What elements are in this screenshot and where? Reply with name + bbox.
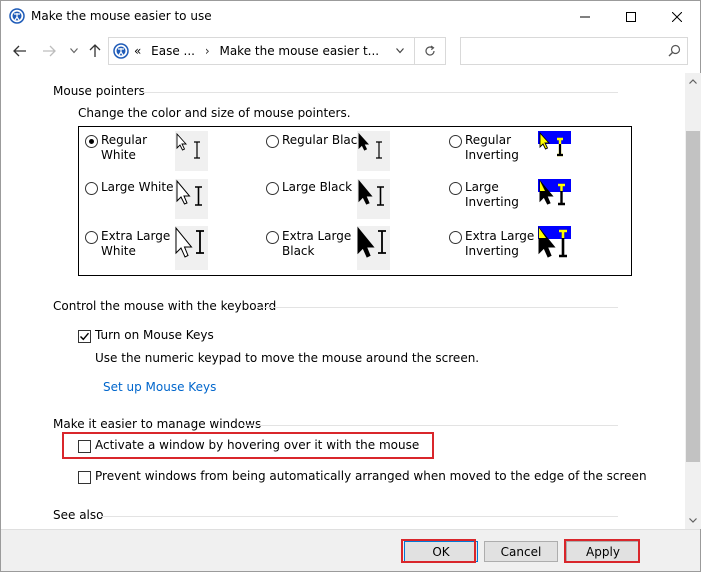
chevron-up-icon (689, 79, 697, 84)
chevron-down-icon (689, 518, 697, 523)
radio-button[interactable] (266, 182, 279, 195)
breadcrumb-item-ease[interactable]: Ease ... (151, 44, 195, 58)
radio-label: Regular Black (282, 133, 365, 147)
section-divider (243, 425, 618, 426)
pointer-preview-large-inverting (538, 179, 571, 219)
prevent-arrange-label[interactable]: Prevent windows from being automatically… (95, 469, 647, 483)
hover-activate-label[interactable]: Activate a window by hovering over it wi… (95, 438, 419, 452)
cancel-button[interactable]: Cancel (484, 541, 558, 562)
radio-button[interactable] (85, 182, 98, 195)
pointer-preview-regular-white (175, 131, 208, 171)
breadcrumb-overflow[interactable]: « (134, 44, 141, 58)
title-bar[interactable]: Make the mouse easier to use (1, 1, 700, 32)
radio-button[interactable] (449, 135, 462, 148)
hover-activate-checkbox[interactable] (78, 440, 91, 453)
close-icon (672, 11, 682, 22)
radio-extra-large-black[interactable]: Extra Large Black (266, 229, 351, 259)
content-pane: Mouse pointers Change the color and size… (1, 73, 685, 529)
pointer-preview-regular-inverting (538, 131, 571, 171)
radio-extra-large-white[interactable]: Extra Large White (85, 229, 170, 259)
radio-label: Large White (101, 180, 174, 194)
refresh-button[interactable] (414, 38, 445, 64)
main-window: Make the mouse easier to use « Ease ... … (0, 0, 701, 572)
pointer-preview-large-white (175, 179, 208, 219)
close-button[interactable] (654, 1, 700, 32)
breadcrumb-separator[interactable]: › (205, 44, 210, 58)
section-divider (101, 516, 618, 517)
pointer-preview-extra-large-black (357, 226, 390, 270)
radio-large-black[interactable]: Large Black (266, 180, 352, 195)
mouse-keys-description: Use the numeric keypad to move the mouse… (95, 351, 480, 365)
search-input[interactable] (460, 37, 688, 65)
radio-regular-inverting[interactable]: Regular Inverting (449, 133, 519, 163)
checkmark-icon (80, 332, 90, 341)
radio-label: Large Inverting (465, 180, 519, 209)
breadcrumb: « Ease ... › Make the mouse easier t... (134, 44, 385, 58)
pointer-scheme-group: Regular White Regular Black Regular Inve… (78, 126, 632, 276)
pointer-preview-regular-black (357, 131, 390, 171)
window-title: Make the mouse easier to use (31, 9, 212, 23)
radio-extra-large-inverting[interactable]: Extra Large Inverting (449, 229, 534, 259)
radio-button[interactable] (449, 182, 462, 195)
refresh-icon (425, 45, 435, 56)
arrow-right-icon (43, 45, 56, 57)
radio-button[interactable] (85, 231, 98, 244)
minimize-icon (580, 16, 590, 17)
radio-regular-white[interactable]: Regular White (85, 133, 147, 163)
ease-of-access-icon (113, 43, 129, 59)
recent-locations-button[interactable] (63, 40, 85, 62)
chevron-down-icon (396, 48, 404, 54)
setup-mouse-keys-link[interactable]: Set up Mouse Keys (103, 380, 216, 394)
radio-label: Regular Inverting (465, 133, 519, 162)
radio-large-inverting[interactable]: Large Inverting (449, 180, 519, 210)
pointers-description: Change the color and size of mouse point… (78, 106, 351, 120)
radio-label: Regular White (101, 133, 148, 162)
radio-button[interactable] (449, 231, 462, 244)
pointer-preview-large-black (357, 179, 390, 219)
highlight-box (401, 539, 476, 563)
back-button[interactable] (9, 40, 31, 62)
radio-large-white[interactable]: Large White (85, 180, 173, 195)
section-heading-windows: Make it easier to manage windows (53, 417, 262, 431)
forward-button[interactable] (38, 40, 60, 62)
scroll-thumb[interactable] (686, 131, 700, 462)
section-divider (257, 307, 618, 308)
mouse-keys-checkbox[interactable] (78, 330, 91, 343)
maximize-icon (626, 11, 636, 22)
navigation-bar: « Ease ... › Make the mouse easier t... (1, 32, 700, 72)
arrow-up-icon (89, 44, 101, 57)
highlight-box (564, 539, 640, 563)
prevent-arrange-checkbox[interactable] (78, 471, 91, 484)
section-heading-keyboard: Control the mouse with the keyboard (53, 299, 277, 313)
search-icon (668, 44, 681, 57)
address-bar[interactable]: « Ease ... › Make the mouse easier t... (108, 37, 446, 65)
pointer-preview-extra-large-inverting (538, 226, 571, 270)
radio-label: Extra Large Black (282, 229, 352, 258)
radio-button[interactable] (266, 135, 279, 148)
section-heading-mouse-pointers: Mouse pointers (53, 84, 145, 98)
radio-button[interactable] (85, 135, 98, 148)
radio-button[interactable] (266, 231, 279, 244)
up-button[interactable] (84, 40, 106, 62)
mouse-keys-label[interactable]: Turn on Mouse Keys (95, 328, 214, 342)
maximize-button[interactable] (608, 1, 654, 32)
chevron-down-icon (70, 48, 78, 54)
pointer-preview-extra-large-white (175, 226, 208, 270)
section-divider (143, 92, 618, 93)
address-dropdown-button[interactable] (387, 38, 413, 64)
radio-regular-black[interactable]: Regular Black (266, 133, 364, 148)
ease-of-access-icon (9, 8, 25, 24)
scroll-up-button[interactable] (685, 73, 701, 90)
vertical-scrollbar[interactable] (685, 73, 701, 529)
breadcrumb-item-current[interactable]: Make the mouse easier t... (219, 44, 379, 58)
arrow-left-icon (13, 45, 26, 57)
scroll-down-button[interactable] (685, 512, 701, 529)
section-heading-see-also: See also (53, 508, 104, 522)
radio-label: Extra Large White (101, 229, 171, 258)
dialog-footer: OK Cancel Apply (1, 529, 700, 571)
minimize-button[interactable] (562, 1, 608, 32)
radio-label: Extra Large Inverting (465, 229, 535, 258)
radio-label: Large Black (282, 180, 353, 194)
